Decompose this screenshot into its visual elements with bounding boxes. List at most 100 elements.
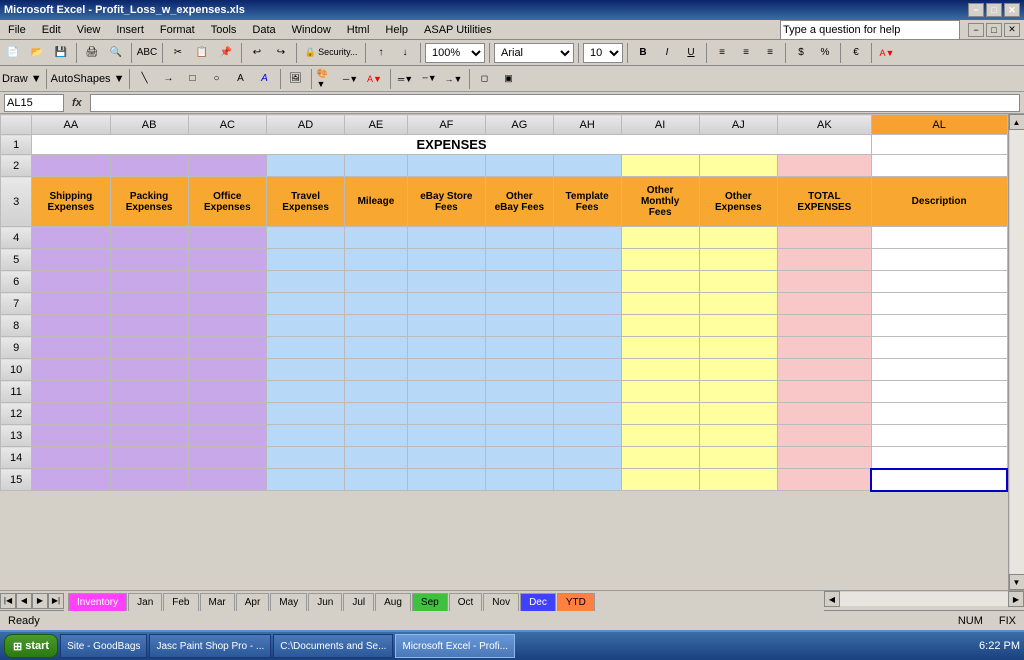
menu-view[interactable]: View (73, 23, 105, 37)
row-header-3[interactable]: 3 (1, 177, 32, 227)
cell-title[interactable]: EXPENSES (32, 135, 872, 155)
cell-AL12[interactable] (871, 403, 1007, 425)
font-color-draw[interactable]: A▼ (364, 68, 386, 90)
grid-wrapper[interactable]: AA AB AC AD AE AF AG AH AI AJ AK AL 1 EX… (0, 114, 1008, 590)
cell-AB2[interactable] (110, 155, 188, 177)
cell-AC9[interactable] (188, 337, 266, 359)
cell-AB15[interactable] (110, 469, 188, 491)
cell-reference-box[interactable]: AL15 (4, 94, 64, 112)
cell-AJ7[interactable] (699, 293, 777, 315)
dash-style[interactable]: ╌▼ (419, 68, 441, 90)
row-header-9[interactable]: 9 (1, 337, 32, 359)
cell-AK15[interactable] (777, 469, 871, 491)
cell-AA15[interactable] (32, 469, 110, 491)
cell-AA12[interactable] (32, 403, 110, 425)
copy-button[interactable]: 📋 (191, 42, 213, 64)
fill-color[interactable]: A▼ (876, 42, 898, 64)
cell-AE12[interactable] (345, 403, 408, 425)
arrow-style[interactable]: →▼ (443, 68, 465, 90)
row-header-11[interactable]: 11 (1, 381, 32, 403)
cell-AF2[interactable] (407, 155, 485, 177)
sheet-tab-jan[interactable]: Jan (128, 593, 162, 611)
cell-AL13[interactable] (871, 425, 1007, 447)
cell-AH8[interactable] (553, 315, 621, 337)
cell-AI13[interactable] (621, 425, 699, 447)
sheet-tab-sep[interactable]: Sep (412, 593, 448, 611)
menu-html[interactable]: Html (343, 23, 374, 37)
cell-AB11[interactable] (110, 381, 188, 403)
row-header-1[interactable]: 1 (1, 135, 32, 155)
currency-button[interactable]: $ (790, 42, 812, 64)
cell-AJ2[interactable] (699, 155, 777, 177)
sheet-tab-ytd[interactable]: YTD (557, 593, 595, 611)
underline-button[interactable]: U (680, 42, 702, 64)
cell-AL4[interactable] (871, 227, 1007, 249)
cell-AF7[interactable] (407, 293, 485, 315)
cell-AG3[interactable]: OthereBay Fees (485, 177, 553, 227)
col-AJ[interactable]: AJ (699, 115, 777, 135)
cell-AD6[interactable] (266, 271, 344, 293)
cell-AI3[interactable]: OtherMonthlyFees (621, 177, 699, 227)
sheet-tab-dec[interactable]: Dec (520, 593, 556, 611)
cell-AC15[interactable] (188, 469, 266, 491)
cell-AJ4[interactable] (699, 227, 777, 249)
cell-AD7[interactable] (266, 293, 344, 315)
cell-AG12[interactable] (485, 403, 553, 425)
menu-asap[interactable]: ASAP Utilities (420, 23, 496, 37)
font-select[interactable]: Arial (494, 43, 574, 63)
line-style[interactable]: ═▼ (395, 68, 417, 90)
sheet-tab-nov[interactable]: Nov (483, 593, 519, 611)
menu-window[interactable]: Window (288, 23, 335, 37)
cell-AH6[interactable] (553, 271, 621, 293)
cell-AB12[interactable] (110, 403, 188, 425)
cell-AD15[interactable] (266, 469, 344, 491)
row-header-13[interactable]: 13 (1, 425, 32, 447)
cell-AK7[interactable] (777, 293, 871, 315)
cell-AE7[interactable] (345, 293, 408, 315)
col-AF[interactable]: AF (407, 115, 485, 135)
cell-AD2[interactable] (266, 155, 344, 177)
align-center[interactable]: ≡ (735, 42, 757, 64)
arrow-tool[interactable]: → (158, 68, 180, 90)
cell-AA10[interactable] (32, 359, 110, 381)
cell-AC6[interactable] (188, 271, 266, 293)
cell-AI15[interactable] (621, 469, 699, 491)
cell-AA11[interactable] (32, 381, 110, 403)
col-AA[interactable]: AA (32, 115, 110, 135)
cell-AA5[interactable] (32, 249, 110, 271)
cell-AC4[interactable] (188, 227, 266, 249)
cell-AB8[interactable] (110, 315, 188, 337)
cell-AE2[interactable] (345, 155, 408, 177)
row-header-8[interactable]: 8 (1, 315, 32, 337)
cell-AE14[interactable] (345, 447, 408, 469)
row-header-7[interactable]: 7 (1, 293, 32, 315)
cell-AC5[interactable] (188, 249, 266, 271)
save-button[interactable]: 💾 (50, 42, 72, 64)
sheet-tab-jul[interactable]: Jul (343, 593, 374, 611)
cell-AI6[interactable] (621, 271, 699, 293)
tab-scroll-left[interactable]: ◀ (16, 593, 32, 609)
print-button[interactable]: 🖨 (81, 42, 103, 64)
taskbar-item-goodybags[interactable]: Site - GoodBags (60, 634, 147, 658)
app-maximize[interactable]: □ (986, 23, 1002, 37)
cell-AK9[interactable] (777, 337, 871, 359)
cut-button[interactable]: ✂ (167, 42, 189, 64)
sheet-tab-aug[interactable]: Aug (375, 593, 411, 611)
cell-AI4[interactable] (621, 227, 699, 249)
cell-AJ11[interactable] (699, 381, 777, 403)
cell-AG15[interactable] (485, 469, 553, 491)
col-AC[interactable]: AC (188, 115, 266, 135)
cell-AD11[interactable] (266, 381, 344, 403)
vertical-scrollbar[interactable]: ▲ ▼ (1008, 114, 1024, 590)
taskbar-item-documents[interactable]: C:\Documents and Se... (273, 634, 393, 658)
cell-AD5[interactable] (266, 249, 344, 271)
cell-AH5[interactable] (553, 249, 621, 271)
cell-AB5[interactable] (110, 249, 188, 271)
cell-AC10[interactable] (188, 359, 266, 381)
close-button[interactable]: ✕ (1004, 3, 1020, 17)
cell-AK5[interactable] (777, 249, 871, 271)
cell-AF3[interactable]: eBay StoreFees (407, 177, 485, 227)
cell-AG9[interactable] (485, 337, 553, 359)
row-header-12[interactable]: 12 (1, 403, 32, 425)
cell-AJ3[interactable]: OtherExpenses (699, 177, 777, 227)
